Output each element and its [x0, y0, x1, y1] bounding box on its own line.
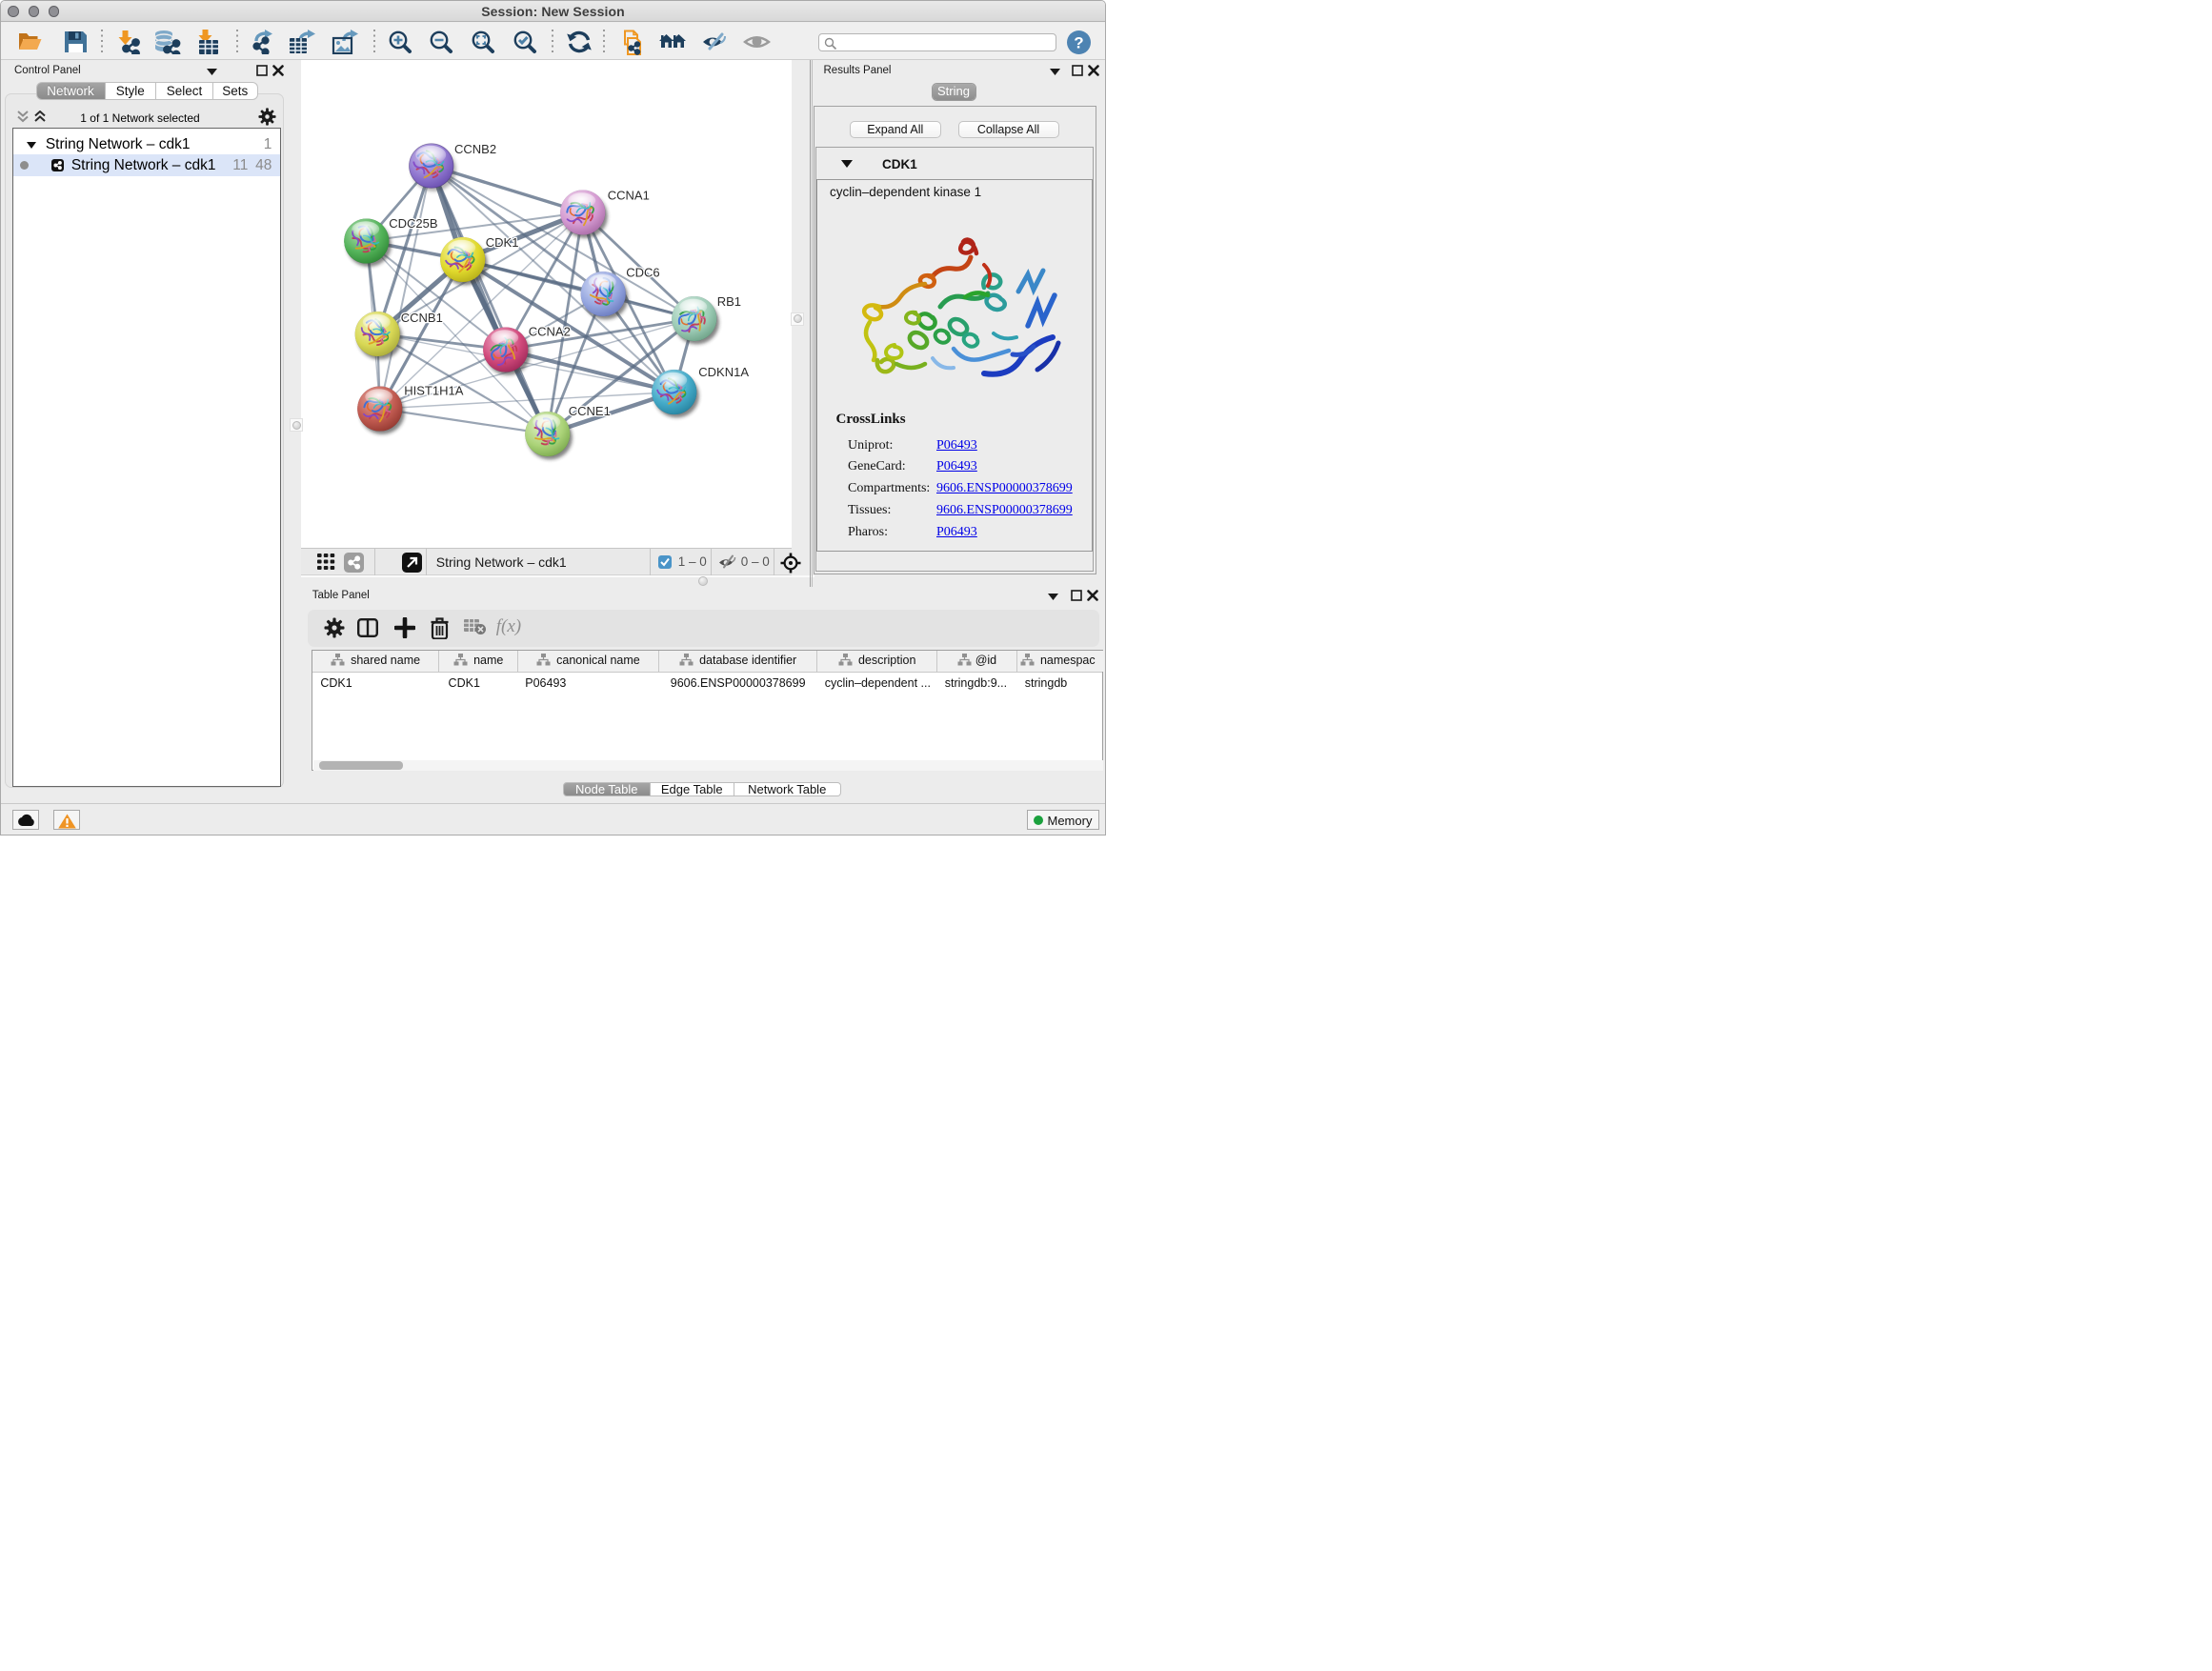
- svg-text:CDK1: CDK1: [486, 235, 519, 250]
- svg-text:CCNB1: CCNB1: [401, 311, 443, 325]
- svg-text:CCNE1: CCNE1: [569, 404, 611, 418]
- svg-text:CDC25B: CDC25B: [389, 216, 437, 231]
- svg-text:?: ?: [1074, 33, 1083, 51]
- svg-text:RB1: RB1: [717, 294, 741, 309]
- svg-text:CDKN1A: CDKN1A: [698, 365, 749, 379]
- svg-text:CCNB2: CCNB2: [454, 142, 496, 156]
- svg-text:HIST1H1A: HIST1H1A: [404, 384, 463, 398]
- svg-text:CDC6: CDC6: [626, 266, 659, 280]
- svg-text:CCNA1: CCNA1: [608, 189, 650, 203]
- svg-text:CCNA2: CCNA2: [529, 325, 571, 339]
